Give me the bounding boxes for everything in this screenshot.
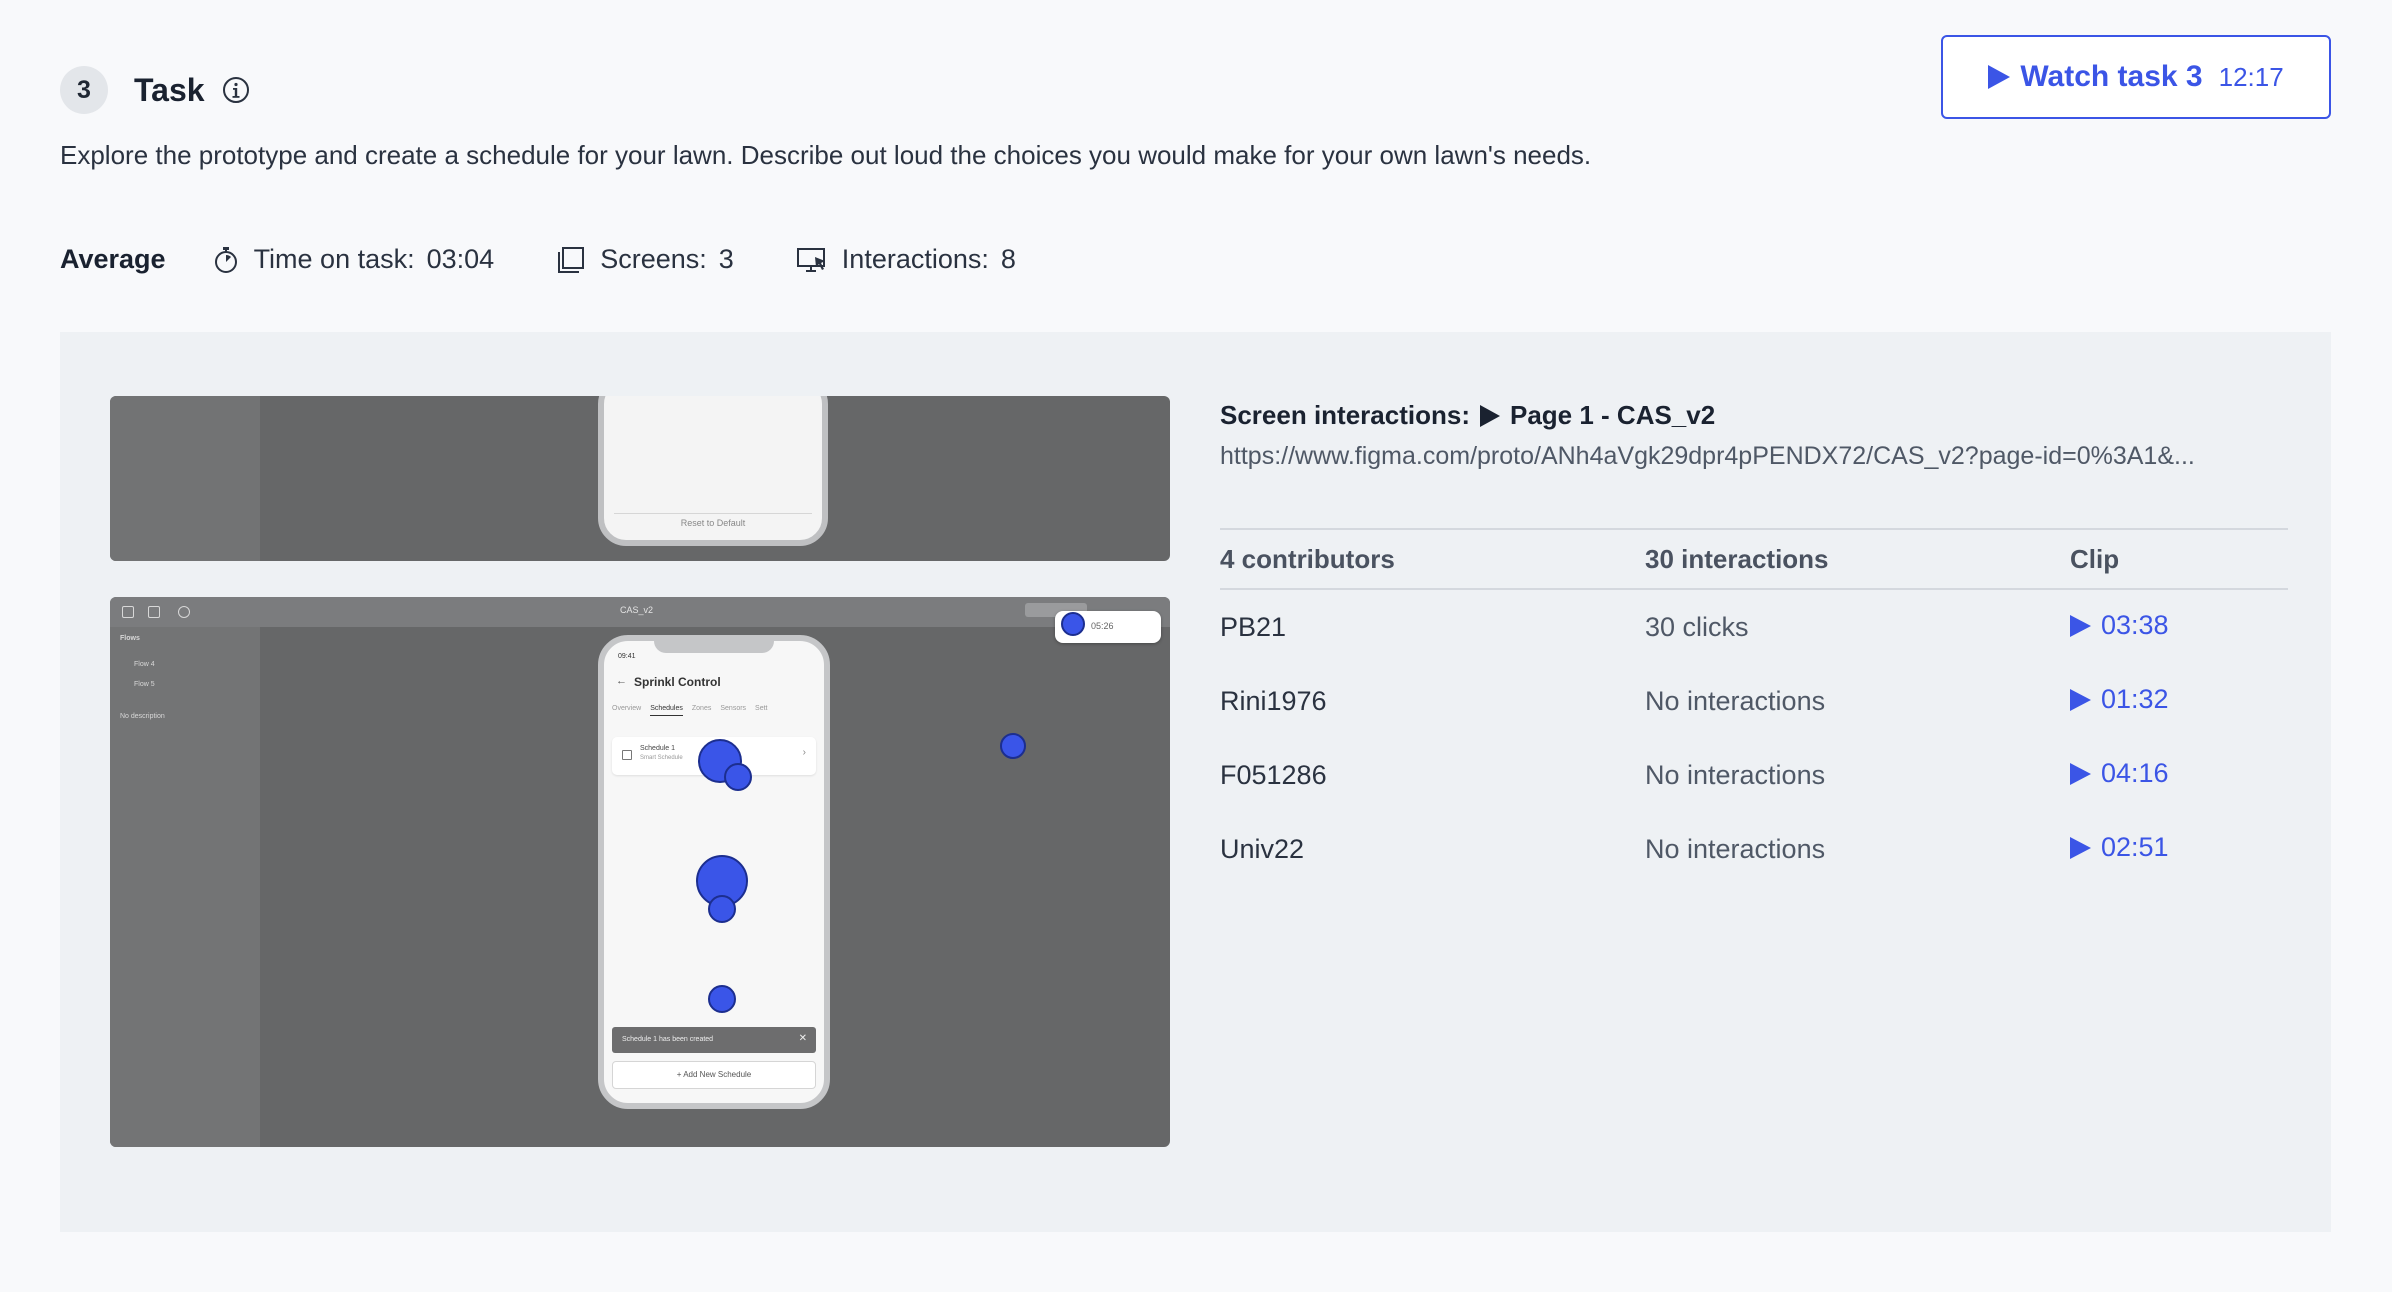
clip-time: 02:51 (2101, 832, 2169, 863)
flow-4-item: Flow 4 (134, 661, 155, 668)
clip-link[interactable]: 02:51 (2070, 832, 2169, 863)
task-number-badge: 3 (60, 66, 108, 114)
contributor-name: PB21 (1220, 611, 1287, 642)
play-icon (1479, 404, 1500, 427)
recording-time: 05:26 (1091, 621, 1114, 631)
average-label: Average (60, 244, 166, 274)
clip-link[interactable]: 01:32 (2070, 684, 2169, 715)
tab-settings: Sett (755, 705, 768, 712)
screens-label: Screens: (600, 244, 707, 274)
table-row: F051286 No interactions 04:16 (1220, 738, 2288, 812)
watch-task-button[interactable]: Watch task 3 12:17 (1941, 35, 2331, 119)
time-on-task-label: Time on task: (253, 244, 415, 274)
prototype-url[interactable]: https://www.figma.com/proto/ANh4aVgk29dp… (1220, 442, 2290, 471)
clip-link[interactable]: 03:38 (2070, 610, 2169, 641)
contributor-interactions: 30 clicks (1645, 611, 1749, 642)
tab-schedules: Schedules (650, 705, 683, 716)
phone-notch (654, 641, 774, 653)
phone-status-time: 09:41 (618, 653, 636, 660)
table-row: Univ22 No interactions 02:51 (1220, 812, 2288, 886)
toast-text: Schedule 1 has been created (622, 1036, 714, 1043)
figma-logo-icon (122, 606, 134, 618)
thumbnail-sidebar (110, 396, 260, 561)
schedule-created-toast: Schedule 1 has been created ✕ (612, 1027, 816, 1053)
screens-value: 3 (718, 244, 734, 274)
time-on-task-stat: Time on task: 03:04 (212, 244, 495, 275)
interactions-icon (796, 247, 825, 272)
clip-link[interactable]: 04:16 (2070, 758, 2169, 789)
comment-icon (178, 606, 190, 618)
tab-zones: Zones (691, 705, 712, 712)
clip-time: 04:16 (2101, 758, 2169, 789)
clip-column-header: Clip (2070, 543, 2120, 574)
click-dot (724, 763, 752, 791)
screen-interactions-heading: Screen interactions: Page 1 - CAS_v2 (1220, 400, 1715, 431)
screens-stat: Screens: 3 (556, 244, 734, 275)
click-dot (1000, 733, 1026, 759)
contributor-name: Rini1976 (1220, 685, 1327, 716)
play-icon (1988, 65, 2011, 89)
clip-time: 03:38 (2101, 610, 2169, 641)
play-icon (2070, 762, 2091, 785)
no-description-text: No description (120, 713, 165, 720)
average-stats: Average Time on task: 03:04 Screens: 3 I… (60, 244, 1078, 275)
task-results-panel: Reset to Default CAS_v2 Flows Flow 4 Flo… (60, 332, 2331, 1232)
task-description: Explore the prototype and create a sched… (60, 140, 1592, 170)
interactions-stat: Interactions: 8 (796, 244, 1016, 275)
file-name: CAS_v2 (620, 605, 654, 615)
tab-overview: Overview (612, 705, 642, 712)
phone-frame: Reset to Default (598, 396, 828, 546)
app-title: Sprinkl Control (634, 675, 721, 689)
interactions-value: 8 (1000, 244, 1016, 274)
info-icon[interactable] (221, 75, 251, 105)
contributor-interactions: No interactions (1645, 685, 1826, 716)
click-dot (1061, 612, 1085, 636)
clip-time: 01:32 (2101, 684, 2169, 715)
calendar-icon (622, 750, 632, 760)
task-header: 3 Task (60, 66, 251, 114)
click-dot (708, 985, 736, 1013)
table-row: Rini1976 No interactions 01:32 (1220, 664, 2288, 738)
schedule-subtitle: Smart Schedule (640, 755, 683, 761)
contributors-table: 4 contributors 30 interactions Clip PB21… (1220, 528, 2288, 886)
screen-thumbnail-previous[interactable]: Reset to Default (110, 396, 1170, 561)
contributors-column-header: 4 contributors (1220, 543, 1395, 574)
panel-icon (148, 606, 160, 618)
play-icon (2070, 688, 2091, 711)
screen-page-name: Page 1 - CAS_v2 (1509, 400, 1716, 430)
tab-sensors: Sensors (720, 705, 747, 712)
app-tabs: Overview Schedules Zones Sensors Sett (612, 705, 777, 716)
flows-title: Flows (120, 635, 140, 642)
play-icon (2070, 614, 2091, 637)
figma-topbar: CAS_v2 (110, 597, 1170, 627)
add-new-schedule-button: + Add New Schedule (612, 1061, 816, 1089)
watch-task-label: Watch task 3 (2020, 60, 2203, 93)
table-header: 4 contributors 30 interactions Clip (1220, 528, 2288, 590)
contributor-interactions: No interactions (1645, 759, 1826, 790)
interactions-column-header: 30 interactions (1645, 543, 1829, 574)
contributor-name: Univ22 (1220, 833, 1305, 864)
close-icon: ✕ (798, 1033, 807, 1044)
flows-sidebar: Flows Flow 4 Flow 5 No description (110, 627, 260, 1147)
back-arrow-icon: ← (616, 675, 627, 687)
flow-5-item: Flow 5 (134, 681, 155, 688)
contributor-name: F051286 (1220, 759, 1327, 790)
play-icon (2070, 836, 2091, 859)
watch-task-duration: 12:17 (2218, 61, 2284, 92)
contributor-interactions: No interactions (1645, 833, 1826, 864)
chevron-right-icon: › (802, 747, 806, 758)
reset-default-button: Reset to Default (614, 513, 812, 532)
schedule-name: Schedule 1 (640, 745, 676, 752)
task-title: Task (134, 71, 205, 108)
screen-interactions-label: Screen interactions: (1220, 400, 1470, 430)
interactions-label: Interactions: (841, 244, 989, 274)
time-on-task-value: 03:04 (426, 244, 495, 274)
table-row: PB21 30 clicks 03:38 (1220, 590, 2288, 664)
stopwatch-icon (214, 246, 237, 273)
click-dot (708, 895, 736, 923)
screens-icon (558, 246, 585, 273)
screen-thumbnail-current[interactable]: CAS_v2 Flows Flow 4 Flow 5 No descriptio… (110, 597, 1170, 1147)
